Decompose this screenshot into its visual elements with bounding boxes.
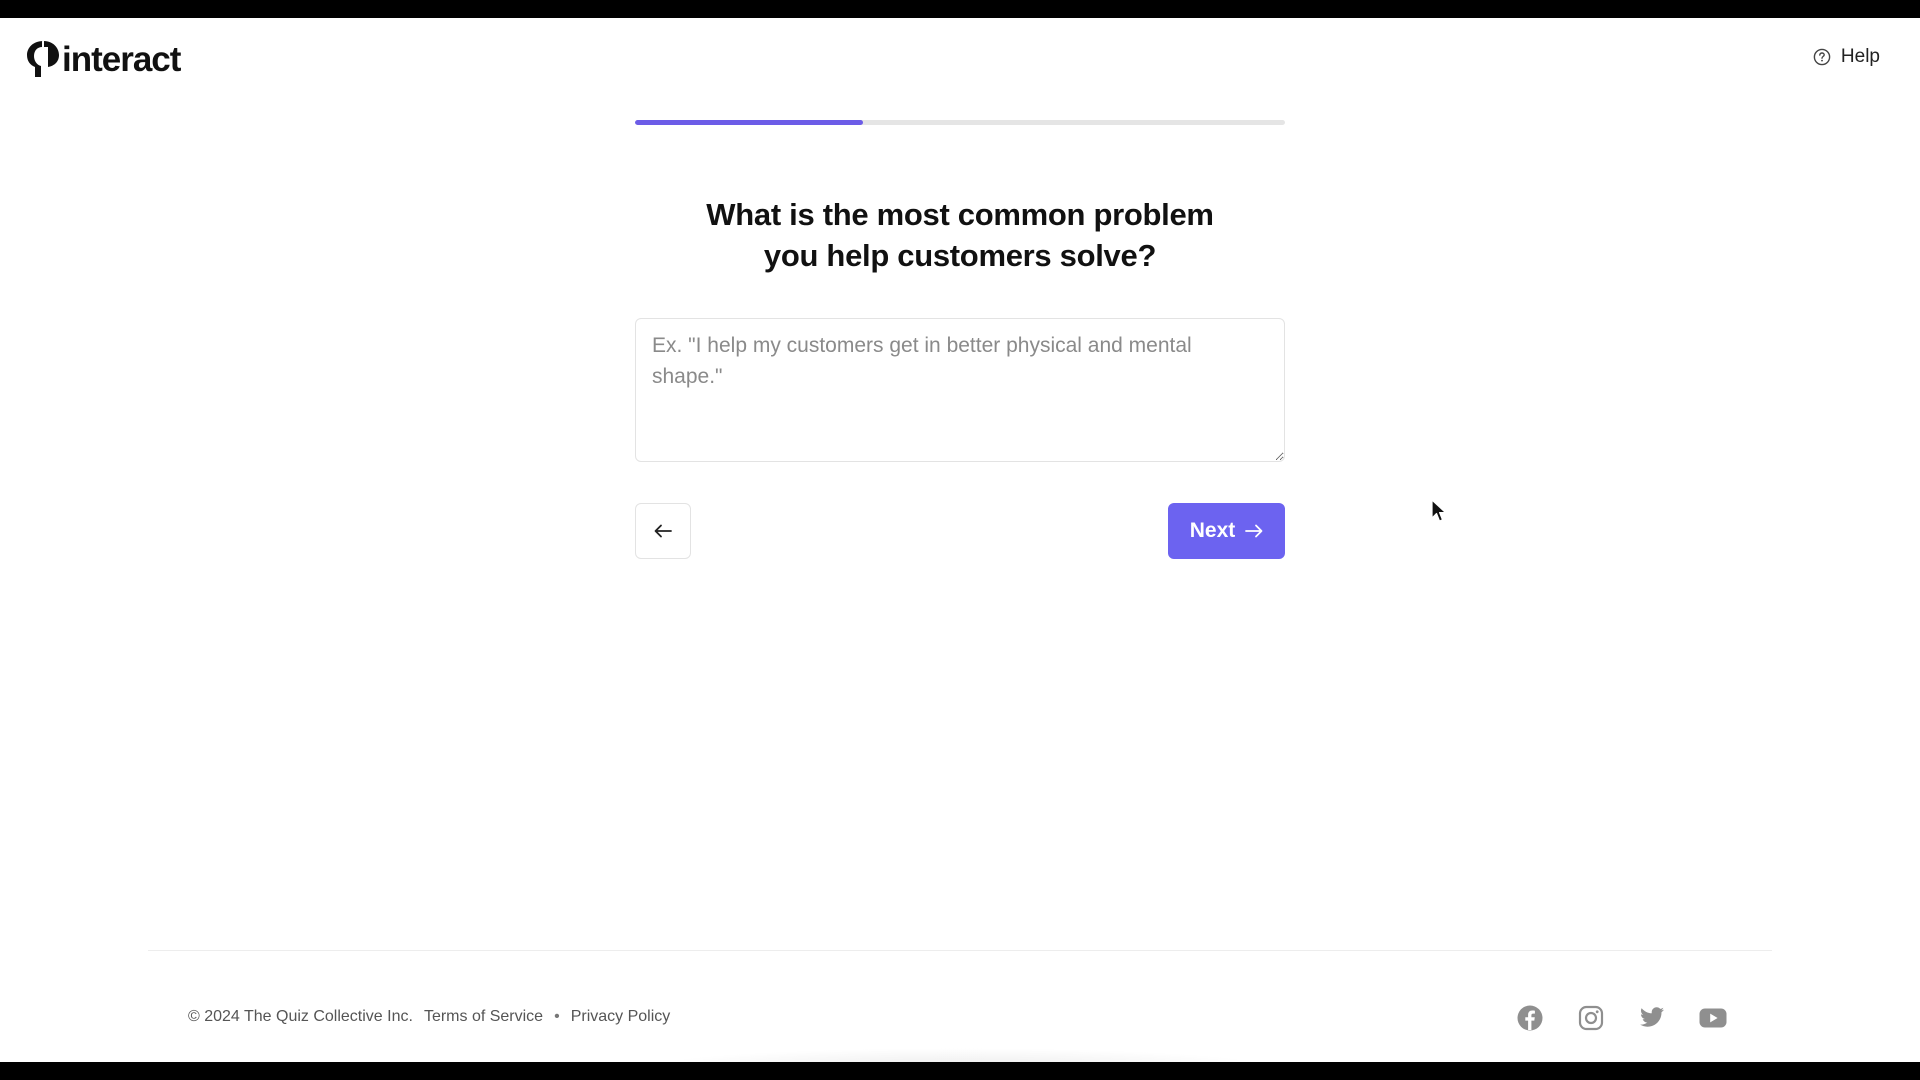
footer-separator: •: [554, 1008, 560, 1025]
twitter-icon: [1640, 1007, 1664, 1027]
arrow-left-icon: [654, 524, 672, 538]
social-links: [1483, 1004, 1727, 1032]
mouse-pointer-icon: [1431, 499, 1447, 522]
question-line-2: you help customers solve?: [763, 238, 1157, 273]
next-label: Next: [1189, 519, 1236, 542]
youtube-link[interactable]: [1699, 1004, 1727, 1032]
instagram-link[interactable]: [1577, 1004, 1605, 1032]
answer-textarea[interactable]: [635, 318, 1285, 462]
progress-bar: [635, 120, 1285, 125]
facebook-icon: [1517, 1005, 1543, 1031]
interact-logo-mark-icon: [27, 41, 59, 77]
help-label: Help: [1840, 46, 1880, 67]
youtube-icon: [1699, 1008, 1727, 1028]
instagram-icon: [1578, 1005, 1604, 1031]
facebook-link[interactable]: [1516, 1004, 1544, 1032]
arrow-right-icon: [1245, 524, 1263, 538]
question-line-1: What is the most common problem: [706, 197, 1214, 232]
help-circle-icon: [1813, 48, 1831, 66]
question-title: What is the most common problem you help…: [560, 194, 1360, 276]
back-button[interactable]: [635, 503, 691, 559]
brand-name: interact: [62, 39, 181, 79]
next-button[interactable]: Next: [1168, 503, 1285, 559]
progress-bar-fill: [635, 120, 863, 125]
help-link[interactable]: Help: [1813, 46, 1880, 68]
interact-logo[interactable]: interact: [26, 39, 181, 79]
privacy-policy-link[interactable]: Privacy Policy: [571, 1008, 671, 1026]
bottom-shadow: [640, 1048, 1280, 1062]
terms-of-service-link[interactable]: Terms of Service: [424, 1008, 543, 1026]
footer-divider: [148, 950, 1772, 951]
footer-legal: © 2024 The Quiz Collective Inc. Terms of…: [188, 1008, 670, 1026]
quiz-page: interact Help What is the most common pr…: [0, 18, 1920, 1062]
twitter-link[interactable]: [1638, 1004, 1666, 1032]
copyright-text: © 2024 The Quiz Collective Inc.: [188, 1008, 413, 1025]
